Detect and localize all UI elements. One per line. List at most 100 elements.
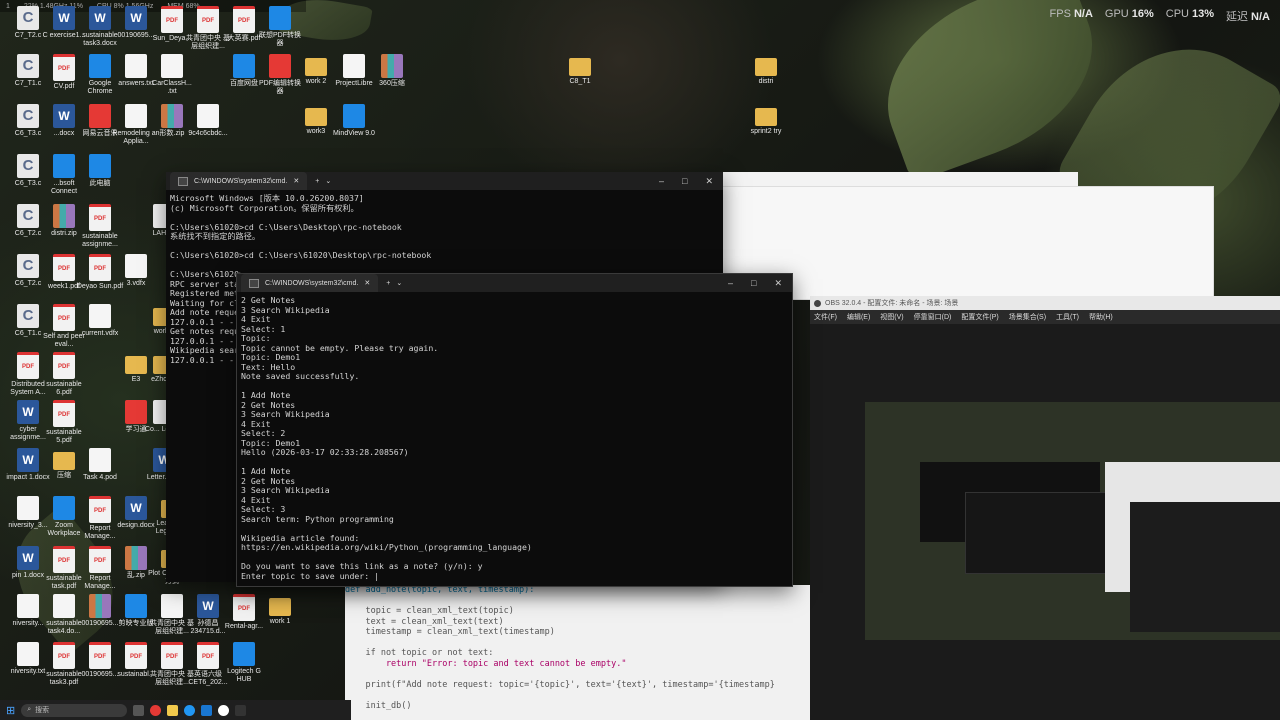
desktop-icon[interactable]: current.vdfx bbox=[76, 304, 124, 338]
terminal-titlebar[interactable]: C:\WINDOWS\system32\cmd. ✕ + ⌄ – □ ✕ bbox=[237, 274, 792, 292]
maximize-icon[interactable]: □ bbox=[751, 278, 756, 289]
c-file-icon: C bbox=[17, 304, 39, 328]
desktop-icon[interactable]: 360压缩 bbox=[368, 54, 416, 88]
pdf-file-icon: PDF bbox=[125, 642, 147, 669]
obs-menu-item[interactable]: 视图(V) bbox=[880, 312, 903, 322]
terminal-app-icon[interactable] bbox=[235, 704, 247, 716]
pdf-file-icon: PDF bbox=[233, 6, 255, 33]
terminal-line: Select: 1 bbox=[241, 323, 286, 334]
c-file-icon: C bbox=[17, 154, 39, 178]
preview-obs bbox=[1130, 502, 1280, 632]
file-file-icon bbox=[125, 104, 147, 128]
windows-start-icon[interactable]: ⊞ bbox=[6, 704, 15, 717]
new-tab-icon[interactable]: + bbox=[315, 178, 319, 185]
desktop-icon[interactable]: 此电脑 bbox=[76, 154, 124, 188]
obs-menu-item[interactable]: 文件(F) bbox=[814, 312, 837, 322]
obs-menu-item[interactable]: 帮助(H) bbox=[1089, 312, 1113, 322]
desktop-icon-label: MindView 9.0 bbox=[333, 130, 375, 137]
task-view-icon[interactable] bbox=[133, 704, 145, 716]
terminal-tab[interactable]: C:\WINDOWS\system32\cmd. ✕ bbox=[170, 172, 308, 190]
obs-titlebar[interactable]: OBS 32.0.4 - 配置文件: 未命名 - 场景: 场景 bbox=[810, 296, 1280, 310]
word-icon[interactable] bbox=[201, 704, 213, 716]
doc-file-icon: W bbox=[53, 6, 75, 30]
desktop-icon[interactable]: Task 4.pod bbox=[76, 448, 124, 482]
terminal-window-client[interactable]: C:\WINDOWS\system32\cmd. ✕ + ⌄ – □ ✕ 2 Get… bbox=[236, 273, 793, 587]
app-file-icon bbox=[89, 54, 111, 78]
desktop-icon-label: work 1 bbox=[269, 618, 291, 625]
terminal-icon bbox=[178, 176, 188, 186]
c-file-icon: C bbox=[17, 104, 39, 128]
obs-menu-item[interactable]: 编辑(E) bbox=[847, 312, 870, 322]
background-window[interactable] bbox=[722, 186, 1214, 300]
file-file-icon bbox=[17, 642, 39, 666]
terminal-line: 1 Add Note bbox=[241, 466, 291, 476]
pdf-file-icon: PDF bbox=[17, 352, 39, 379]
chevron-down-icon[interactable]: ⌄ bbox=[325, 177, 331, 185]
desktop-icon[interactable]: MindView 9.0 bbox=[330, 104, 378, 138]
c-file-icon: C bbox=[17, 204, 39, 228]
terminal-line: C:\Users\61020>cd C:\Users\61020\Desktop… bbox=[170, 250, 432, 260]
desktop-icon-label: 此电脑 bbox=[89, 180, 111, 187]
desktop-icon[interactable]: distri bbox=[742, 54, 790, 86]
desktop-icon[interactable]: PDF sustainable 6.pdf bbox=[40, 352, 88, 397]
taskbar-search[interactable]: ⌕ 搜索 bbox=[21, 703, 128, 717]
close-tab-icon[interactable]: ✕ bbox=[293, 177, 299, 185]
file-file-icon bbox=[125, 254, 147, 278]
terminal-tab[interactable]: C:\WINDOWS\system32\cmd. ✕ bbox=[241, 274, 379, 292]
chevron-down-icon[interactable]: ⌄ bbox=[396, 279, 402, 287]
red-file-icon bbox=[269, 54, 291, 78]
maximize-icon[interactable]: □ bbox=[682, 176, 687, 187]
terminal-line: 3 Search Wikipedia bbox=[241, 304, 330, 315]
desktop-icon-label: current.vdfx bbox=[81, 330, 119, 337]
code-editor[interactable]: def add_note(topic, text, timestamp): to… bbox=[345, 585, 810, 720]
close-tab-icon[interactable]: ✕ bbox=[364, 279, 370, 287]
obs-menu-item[interactable]: 场景集合(S) bbox=[1009, 312, 1046, 322]
close-icon[interactable]: ✕ bbox=[705, 176, 713, 187]
pdf-file-icon: PDF bbox=[89, 204, 111, 231]
obs-window[interactable]: OBS 32.0.4 - 配置文件: 未命名 - 场景: 场景 文件(F) 编辑(… bbox=[810, 296, 1280, 720]
file-file-icon bbox=[161, 594, 183, 618]
obs-menu-item[interactable]: 工具(T) bbox=[1056, 312, 1079, 322]
terminal-line: Topic cannot be empty. Please try again. bbox=[241, 342, 439, 353]
desktop-icon-label: distri bbox=[758, 78, 774, 85]
code-line: topic = clean_xml_text(topic) bbox=[345, 606, 514, 616]
pdf-file-icon: PDF bbox=[233, 594, 255, 621]
edge-browser-icon[interactable] bbox=[184, 704, 196, 716]
terminal-output[interactable]: 2 Get Notes 3 Search Wikipedia 4 Exit Selec… bbox=[237, 292, 792, 585]
terminal-line: Note saved successfully. bbox=[241, 371, 360, 381]
obs-menu-item[interactable]: 停靠窗口(D) bbox=[914, 312, 952, 322]
app-file-icon bbox=[233, 642, 255, 666]
desktop-icon[interactable]: 9c4c6cbdc... bbox=[184, 104, 232, 138]
code-line: print(f"Add note request: topic='{topic}… bbox=[345, 679, 775, 690]
desktop-icon[interactable]: PDF sustainable 5.pdf bbox=[40, 400, 88, 445]
desktop-icon[interactable]: 联想PDF转换器 bbox=[256, 6, 304, 48]
pdf-file-icon: PDF bbox=[53, 254, 75, 281]
terminal-line: 4 Exit bbox=[241, 418, 271, 429]
desktop-icon[interactable]: C8_T1 bbox=[556, 54, 604, 86]
terminal-line: 1 Add Note bbox=[241, 390, 291, 400]
minimize-icon[interactable]: – bbox=[728, 278, 733, 289]
terminal-line: 4 Exit bbox=[241, 314, 271, 324]
terminal-titlebar[interactable]: C:\WINDOWS\system32\cmd. ✕ + ⌄ – □ ✕ bbox=[166, 172, 723, 190]
pdf-file-icon: PDF bbox=[89, 254, 111, 281]
close-icon[interactable]: ✕ bbox=[774, 278, 782, 289]
netease-music-icon[interactable] bbox=[150, 704, 162, 716]
desktop-icon[interactable]: Logitech G HUB bbox=[220, 642, 268, 684]
pdf-file-icon: PDF bbox=[161, 642, 183, 669]
obs-preview-canvas[interactable] bbox=[865, 402, 1280, 640]
desktop-icon[interactable]: PDF sustainable assignme... bbox=[76, 204, 124, 249]
obs-icon[interactable] bbox=[218, 704, 230, 716]
file-file-icon bbox=[89, 304, 111, 328]
obs-app-icon bbox=[814, 299, 821, 307]
obs-menu-item[interactable]: 配置文件(P) bbox=[961, 312, 998, 322]
desktop-icon[interactable]: work 1 bbox=[256, 594, 304, 626]
file-explorer-icon[interactable] bbox=[167, 704, 179, 716]
desktop-icon[interactable]: 3.vdfx bbox=[112, 254, 160, 288]
minimize-icon[interactable]: – bbox=[659, 176, 664, 187]
desktop-icon[interactable]: CarClassH... .txt bbox=[148, 54, 196, 96]
terminal-line: Topic: Demo1 bbox=[241, 352, 301, 362]
new-tab-icon[interactable]: + bbox=[386, 280, 390, 287]
desktop-icon[interactable]: sprint2 try bbox=[742, 104, 790, 136]
